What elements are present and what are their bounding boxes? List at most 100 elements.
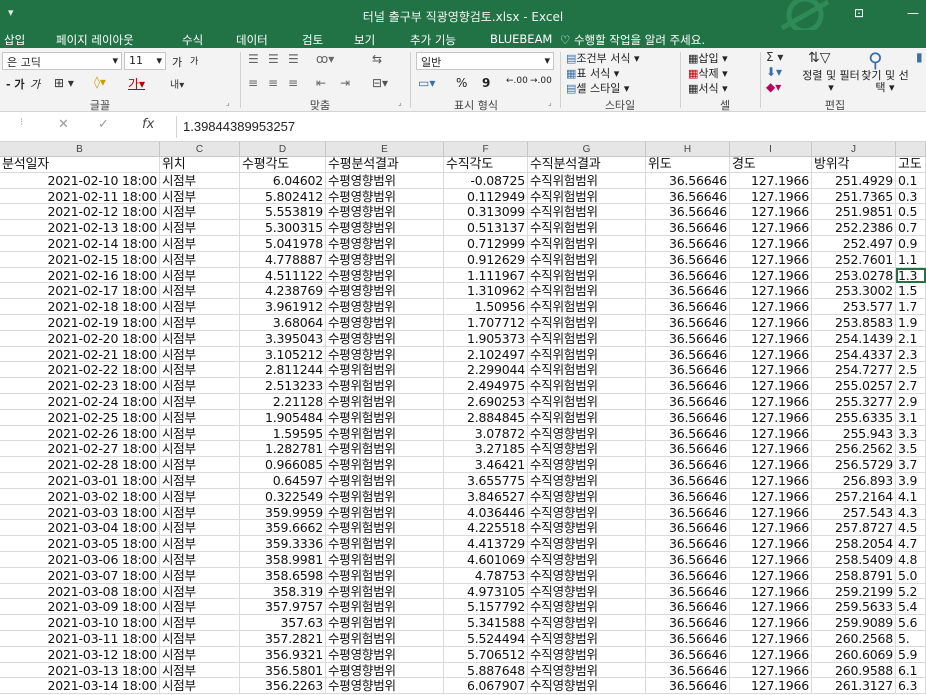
cell-azimuth[interactable]: 251.9851: [812, 204, 896, 221]
cell-vertical-result[interactable]: 수직영향범위: [528, 631, 646, 647]
cell-altitude[interactable]: 0.1: [896, 172, 926, 189]
cell-horizontal-angle[interactable]: 357.63: [240, 615, 326, 631]
cell-azimuth[interactable]: 260.9588: [812, 662, 896, 679]
cell-latitude[interactable]: 36.56646: [646, 204, 730, 221]
cell-location[interactable]: 시점부: [160, 678, 240, 695]
cell-horizontal-result[interactable]: 수평영향범위: [326, 315, 444, 331]
decrease-decimal-button[interactable]: →.00: [530, 76, 552, 86]
cell-latitude[interactable]: 36.56646: [646, 220, 730, 236]
cell-longitude[interactable]: 127.1966: [730, 409, 812, 426]
cell-horizontal-angle[interactable]: 6.04602: [240, 172, 326, 189]
column-header-b[interactable]: B: [0, 142, 160, 157]
cell-vertical-angle[interactable]: 4.973105: [444, 583, 528, 600]
cell-horizontal-angle[interactable]: 0.966085: [240, 457, 326, 473]
cell-longitude[interactable]: 127.1966: [730, 488, 812, 505]
merge-center-icon[interactable]: ⊟▾: [372, 76, 388, 90]
sort-filter-icon[interactable]: ⇅▽: [808, 50, 831, 66]
cell-vertical-result[interactable]: 수직위험범위: [528, 283, 646, 300]
cell-azimuth[interactable]: 252.2386: [812, 220, 896, 236]
cell-azimuth[interactable]: 257.8727: [812, 520, 896, 537]
cell-latitude[interactable]: 36.56646: [646, 251, 730, 268]
cell-azimuth[interactable]: 255.6335: [812, 409, 896, 426]
cell-vertical-result[interactable]: 수직위험범위: [528, 220, 646, 236]
comma-button[interactable]: 9: [482, 76, 490, 90]
cell-latitude[interactable]: 36.56646: [646, 441, 730, 458]
bluebeam-icon[interactable]: ▮: [916, 50, 923, 64]
cell-longitude[interactable]: 127.1966: [730, 599, 812, 616]
cell-vertical-result[interactable]: 수직위험범위: [528, 315, 646, 331]
cell-horizontal-result[interactable]: 수평영향범위: [326, 172, 444, 189]
cell-latitude[interactable]: 36.56646: [646, 362, 730, 379]
cell-horizontal-result[interactable]: 수평위험범위: [326, 488, 444, 505]
cell-date[interactable]: 2021-02-25 18:00: [0, 409, 160, 426]
header-cell[interactable]: 고도: [896, 157, 926, 173]
cell-latitude[interactable]: 36.56646: [646, 552, 730, 568]
cell-horizontal-angle[interactable]: 3.395043: [240, 330, 326, 347]
cell-horizontal-angle[interactable]: 5.553819: [240, 204, 326, 221]
cell-latitude[interactable]: 36.56646: [646, 662, 730, 679]
align-middle-icon[interactable]: ☰: [268, 52, 279, 66]
cell-altitude[interactable]: 5.6: [896, 615, 926, 631]
cell-horizontal-angle[interactable]: 3.105212: [240, 346, 326, 363]
cell-date[interactable]: 2021-03-02 18:00: [0, 488, 160, 505]
cell-latitude[interactable]: 36.56646: [646, 236, 730, 252]
cell-horizontal-result[interactable]: 수평위험범위: [326, 457, 444, 473]
column-header-e[interactable]: E: [326, 142, 444, 157]
cell-vertical-angle[interactable]: 0.912629: [444, 251, 528, 268]
cell-horizontal-result[interactable]: 수평위험범위: [326, 520, 444, 537]
cell-azimuth[interactable]: 256.5729: [812, 457, 896, 473]
cell-latitude[interactable]: 36.56646: [646, 283, 730, 300]
cell-date[interactable]: 2021-02-10 18:00: [0, 172, 160, 189]
cell-altitude[interactable]: 5.4: [896, 599, 926, 616]
decrease-indent-icon[interactable]: ⇤: [316, 76, 326, 90]
tab-insert[interactable]: 삽입: [4, 32, 25, 48]
cell-longitude[interactable]: 127.1966: [730, 583, 812, 600]
cell-altitude[interactable]: 5.: [896, 631, 926, 647]
cell-vertical-angle[interactable]: 0.313099: [444, 204, 528, 221]
cell-altitude[interactable]: 0.9: [896, 236, 926, 252]
insert-function-icon[interactable]: fx: [142, 117, 154, 132]
tab-add-ins[interactable]: 추가 기능: [410, 32, 456, 48]
cell-azimuth[interactable]: 251.7365: [812, 188, 896, 205]
cell-location[interactable]: 시점부: [160, 172, 240, 189]
cell-vertical-result[interactable]: 수직위험범위: [528, 188, 646, 205]
cell-horizontal-result[interactable]: 수평위험범위: [326, 567, 444, 584]
tell-me-box[interactable]: ♡ 수행할 작업을 알려 주세요.: [560, 32, 705, 48]
tab-formulas[interactable]: 수식: [182, 32, 203, 48]
orientation-icon[interactable]: ꝏ▾: [316, 52, 334, 66]
cell-vertical-result[interactable]: 수직위험범위: [528, 409, 646, 426]
cell-azimuth[interactable]: 261.3127: [812, 678, 896, 695]
cell-date[interactable]: 2021-03-14 18:00: [0, 678, 160, 695]
cell-azimuth[interactable]: 259.9089: [812, 615, 896, 631]
cell-location[interactable]: 시점부: [160, 236, 240, 252]
cell-location[interactable]: 시점부: [160, 299, 240, 315]
cell-vertical-result[interactable]: 수직영향범위: [528, 520, 646, 537]
cell-horizontal-result[interactable]: 수평위험범위: [326, 615, 444, 631]
cell-altitude[interactable]: 3.7: [896, 457, 926, 473]
cell-location[interactable]: 시점부: [160, 283, 240, 300]
cell-date[interactable]: 2021-03-12 18:00: [0, 646, 160, 663]
cell-vertical-angle[interactable]: 4.036446: [444, 504, 528, 521]
cell-latitude[interactable]: 36.56646: [646, 583, 730, 600]
cell-horizontal-result[interactable]: 수평영향범위: [326, 267, 444, 284]
cell-vertical-result[interactable]: 수직영향범위: [528, 662, 646, 679]
align-bottom-icon[interactable]: ☰: [288, 52, 299, 66]
cell-latitude[interactable]: 36.56646: [646, 520, 730, 537]
conditional-format-button[interactable]: ▤조건부 서식 ▾: [566, 50, 640, 66]
cell-azimuth[interactable]: 252.497: [812, 236, 896, 252]
cell-vertical-angle[interactable]: 5.887648: [444, 662, 528, 679]
cell-azimuth[interactable]: 259.2199: [812, 583, 896, 600]
cell-azimuth[interactable]: 251.4929: [812, 172, 896, 189]
cell-longitude[interactable]: 127.1966: [730, 631, 812, 647]
cell-location[interactable]: 시점부: [160, 615, 240, 631]
cell-vertical-angle[interactable]: -0.08725: [444, 172, 528, 189]
tab-view[interactable]: 보기: [354, 32, 375, 48]
cell-horizontal-angle[interactable]: 358.319: [240, 583, 326, 600]
cell-altitude[interactable]: 1.3: [896, 267, 926, 284]
cell-vertical-result[interactable]: 수직영향범위: [528, 599, 646, 616]
cancel-icon[interactable]: ✕: [58, 117, 69, 132]
cell-vertical-result[interactable]: 수직영향범위: [528, 457, 646, 473]
cell-azimuth[interactable]: 258.2054: [812, 536, 896, 552]
cell-vertical-angle[interactable]: 2.102497: [444, 346, 528, 363]
cell-horizontal-angle[interactable]: 2.21128: [240, 394, 326, 410]
